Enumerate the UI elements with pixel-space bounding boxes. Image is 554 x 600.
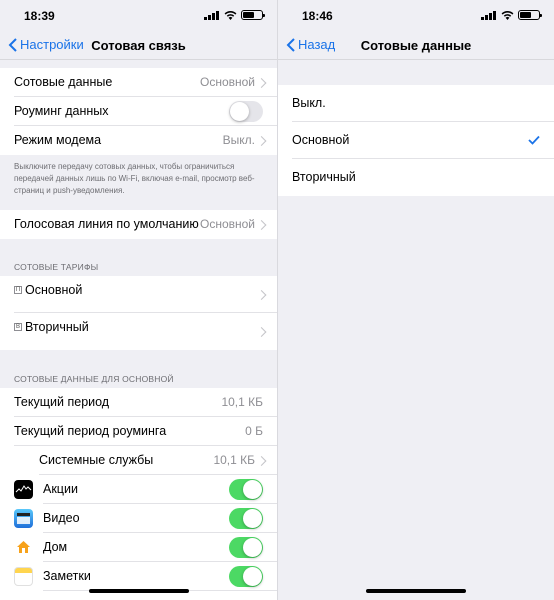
video-icon xyxy=(14,509,33,528)
home-indicator[interactable] xyxy=(366,589,466,593)
roaming-period-row: Текущий период роуминга 0 Б xyxy=(0,417,277,446)
current-period-label: Текущий период xyxy=(14,395,110,409)
cellular-settings-screen: 18:39 Настройки Сотовая связь Сотовые да… xyxy=(0,0,277,600)
option-off[interactable]: Выкл. xyxy=(278,85,554,122)
option-secondary[interactable]: Вторичный xyxy=(278,159,554,196)
app-row-home: Дом xyxy=(0,533,277,562)
signal-icon xyxy=(481,10,497,20)
checkmark-icon xyxy=(528,135,540,145)
video-toggle[interactable] xyxy=(229,508,263,529)
chevron-right-icon xyxy=(256,326,267,337)
usage-group: Текущий период 10,1 КБ Текущий период ро… xyxy=(0,388,277,600)
sim-secondary-icon: В xyxy=(14,322,22,331)
signal-icon xyxy=(204,10,220,20)
options-group: Выкл. Основной Вторичный xyxy=(278,85,554,196)
battery-icon xyxy=(241,10,265,20)
voice-line-label: Голосовая линия по умолчанию xyxy=(14,217,199,231)
current-period-row: Текущий период 10,1 КБ xyxy=(0,388,277,417)
chevron-right-icon xyxy=(256,135,267,146)
option-label: Вторичный xyxy=(292,170,356,184)
sim-primary-icon: П xyxy=(14,285,22,294)
cellular-data-screen: 18:46 Назад Сотовые данные Выкл. Основно… xyxy=(277,0,554,600)
roaming-period-value: 0 Б xyxy=(245,424,263,438)
voice-line-value: Основной xyxy=(199,217,255,231)
plans-header: СОТОВЫЕ ТАРИФЫ xyxy=(14,262,99,272)
voice-group: Голосовая линия по умолчанию Основной xyxy=(0,210,277,239)
cellular-footnote: Выключите передачу сотовых данных, чтобы… xyxy=(14,162,255,195)
home-indicator[interactable] xyxy=(88,589,189,593)
roaming-period-label: Текущий период роуминга xyxy=(14,424,167,438)
status-time: 18:39 xyxy=(24,9,55,23)
home-icon xyxy=(14,538,33,557)
page-title: Сотовая связь xyxy=(91,38,186,53)
status-bar: 18:46 xyxy=(278,0,554,30)
roaming-row: Роуминг данных xyxy=(0,97,277,126)
stocks-toggle[interactable] xyxy=(229,479,263,500)
navigation-bar: Назад Сотовые данные xyxy=(278,30,554,60)
roaming-label: Роуминг данных xyxy=(14,104,109,118)
app-row-video: Видео xyxy=(0,504,277,533)
chevron-right-icon xyxy=(256,219,267,230)
status-icons xyxy=(481,10,542,20)
voice-line-row[interactable]: Голосовая линия по умолчанию Основной xyxy=(0,210,277,239)
modem-label: Режим модема xyxy=(14,133,102,147)
plan-primary-label: Основной xyxy=(25,283,83,297)
app-label: Акции xyxy=(43,482,78,496)
usage-header: СОТОВЫЕ ДАННЫЕ ДЛЯ ОСНОВНОЙ xyxy=(14,374,174,384)
system-services-row[interactable]: Системные службы 10,1 КБ xyxy=(0,446,277,475)
app-row-notes: Заметки xyxy=(0,562,277,591)
notes-toggle[interactable] xyxy=(229,566,263,587)
system-services-value: 10,1 КБ xyxy=(213,453,255,467)
wifi-icon xyxy=(501,11,514,20)
home-toggle[interactable] xyxy=(229,537,263,558)
roaming-toggle[interactable] xyxy=(229,101,263,122)
stocks-icon xyxy=(14,480,33,499)
cellular-data-row[interactable]: Сотовые данные Основной xyxy=(0,68,277,97)
plan-primary-row[interactable]: П Основной xyxy=(0,276,277,313)
status-icons xyxy=(204,10,265,20)
navigation-bar: Настройки Сотовая связь xyxy=(0,30,277,60)
app-label: Заметки xyxy=(43,569,91,583)
status-time: 18:46 xyxy=(302,9,333,23)
option-label: Выкл. xyxy=(292,96,326,110)
plans-group: П Основной В Вторичный xyxy=(0,276,277,350)
plan-secondary-label: Вторичный xyxy=(25,320,89,334)
wifi-icon xyxy=(224,11,237,20)
modem-value: Выкл. xyxy=(222,133,255,147)
option-primary[interactable]: Основной xyxy=(278,122,554,159)
cellular-data-label: Сотовые данные xyxy=(14,75,113,89)
modem-row[interactable]: Режим модема Выкл. xyxy=(0,126,277,155)
option-label: Основной xyxy=(292,133,350,147)
cellular-group: Сотовые данные Основной Роуминг данных Р… xyxy=(0,68,277,155)
plan-secondary-row[interactable]: В Вторичный xyxy=(0,313,277,350)
page-title: Сотовые данные xyxy=(360,38,472,53)
app-label: Видео xyxy=(43,511,80,525)
current-period-value: 10,1 КБ xyxy=(221,395,263,409)
status-bar: 18:39 xyxy=(0,0,277,30)
chevron-right-icon xyxy=(256,289,267,300)
cellular-data-value: Основной xyxy=(199,75,255,89)
battery-icon xyxy=(518,10,542,20)
app-row-stocks: Акции xyxy=(0,475,277,504)
notes-icon xyxy=(14,567,33,586)
system-services-label: Системные службы xyxy=(39,453,154,467)
chevron-right-icon xyxy=(256,77,267,88)
app-label: Дом xyxy=(43,540,68,554)
chevron-right-icon xyxy=(256,455,267,466)
